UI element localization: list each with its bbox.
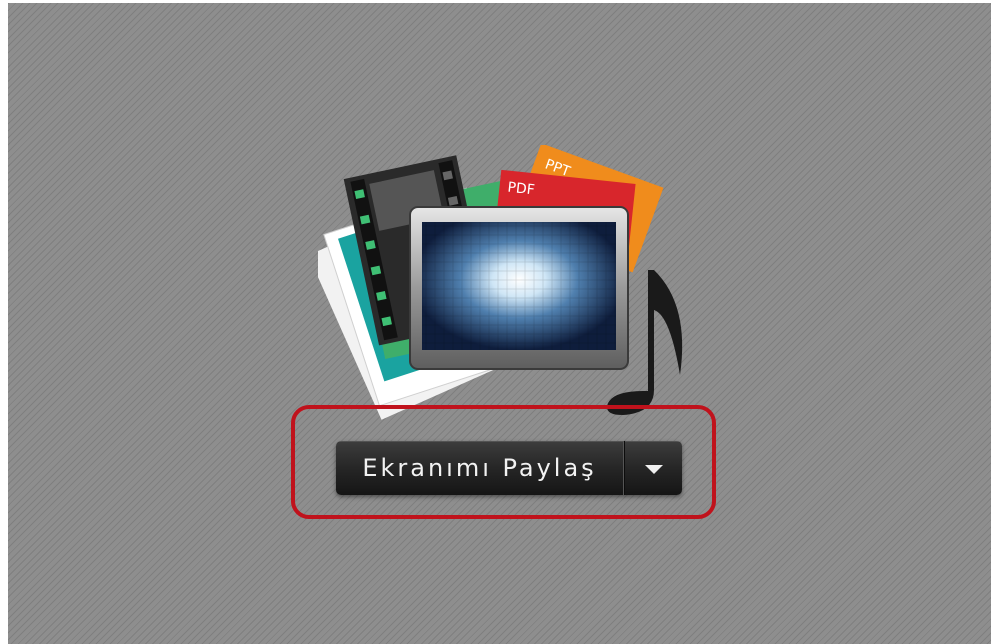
pdf-label: PDF [507, 180, 536, 199]
chevron-down-icon [644, 464, 663, 474]
screen-monitor-icon [409, 206, 629, 370]
share-screen-split-button[interactable]: Ekranımı Paylaş [336, 441, 682, 495]
screen-frame: PPT PDF Ekranımı Paylaş [0, 0, 991, 644]
share-screen-button[interactable]: Ekranımı Paylaş [336, 441, 624, 495]
media-share-icon: PPT PDF [318, 145, 683, 420]
share-options-dropdown-button[interactable] [624, 441, 682, 495]
